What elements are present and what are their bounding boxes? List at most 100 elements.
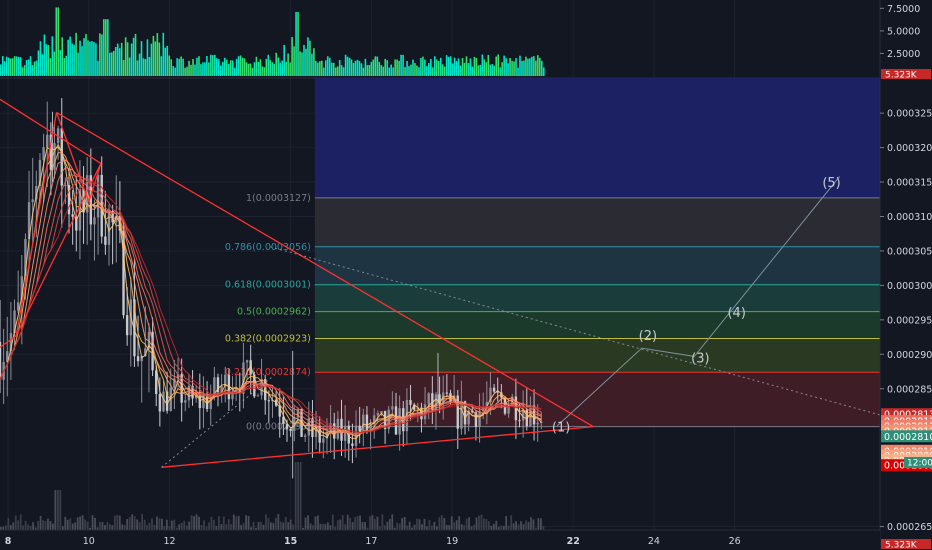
- bottom-volume-bar: [294, 462, 297, 530]
- volume-bar: [180, 56, 182, 76]
- bottom-volume-bar: [376, 516, 379, 530]
- volume-bar: [198, 56, 200, 76]
- bottom-volume-bar: [59, 490, 62, 530]
- volume-bar: [457, 58, 460, 76]
- volume-bar: [118, 48, 121, 76]
- volume-bar: [352, 63, 355, 76]
- volume-bar: [334, 67, 337, 76]
- time-tick-label: 26: [729, 536, 741, 547]
- volume-bar: [344, 54, 347, 76]
- time-tick-label: 17: [365, 536, 377, 547]
- volume-bar: [465, 56, 468, 76]
- volume-bar: [370, 61, 373, 76]
- bottom-volume-bar: [334, 526, 337, 530]
- bottom-volume-bar: [225, 524, 228, 530]
- candle-body: [31, 199, 34, 203]
- bottom-volume-bar: [440, 515, 443, 530]
- candle-body: [46, 134, 49, 148]
- volume-bar: [134, 34, 137, 76]
- volume-bar: [99, 33, 101, 76]
- bottom-volume-bar: [304, 517, 307, 530]
- volume-bar: [475, 57, 478, 76]
- bottom-volume-bar: [138, 522, 141, 530]
- volume-bar: [79, 40, 81, 76]
- volume-bar: [120, 42, 123, 76]
- bottom-volume-bar: [39, 515, 42, 530]
- bottom-volume-bar: [12, 522, 15, 530]
- bottom-volume-bar: [527, 521, 530, 530]
- volume-bar: [31, 65, 34, 76]
- volume-bar: [81, 46, 83, 76]
- candle-body: [478, 410, 481, 427]
- bottom-volume-bar: [540, 518, 542, 530]
- volume-bar: [283, 44, 285, 76]
- candle-body: [136, 356, 140, 362]
- volume-bar: [138, 53, 141, 76]
- bottom-volume-bar: [520, 521, 522, 530]
- bottom-volume-bar: [116, 514, 119, 530]
- fib-zone: [314, 284, 880, 312]
- volume-bar: [5, 56, 8, 76]
- volume-bar: [346, 56, 349, 76]
- candle-body: [184, 400, 187, 403]
- volume-bar: [63, 58, 66, 76]
- volume-bar: [477, 65, 480, 76]
- volume-bar: [53, 51, 56, 76]
- volume-bar: [323, 67, 325, 76]
- volume-bar: [535, 60, 537, 76]
- bottom-volume-bar: [341, 515, 344, 530]
- volume-bar: [461, 58, 464, 76]
- volume-bar: [297, 11, 299, 77]
- bottom-volume-bar: [32, 522, 35, 530]
- bottom-volume-bar: [237, 515, 240, 530]
- volume-bar: [336, 66, 339, 76]
- volume-bar: [445, 55, 448, 76]
- volume-bar: [424, 59, 426, 76]
- fib-zone: [314, 197, 880, 247]
- bottom-volume-bar: [450, 516, 453, 530]
- volume-bar: [426, 66, 428, 76]
- volume-bar: [332, 62, 335, 76]
- volume-bar: [437, 61, 440, 76]
- volume-bar: [229, 60, 232, 76]
- bottom-volume-bar: [426, 526, 428, 530]
- bottom-volume-bar: [356, 516, 359, 530]
- bottom-volume-bar: [388, 518, 391, 530]
- bottom-volume-bar: [260, 521, 262, 530]
- volume-bar: [241, 57, 244, 76]
- volume-bar: [390, 64, 392, 76]
- volume-bar: [430, 58, 432, 76]
- volume-bar: [202, 62, 204, 76]
- bottom-volume-bar: [29, 525, 32, 530]
- bottom-volume-bar: [64, 516, 67, 530]
- volume-bar: [519, 55, 521, 76]
- bottom-volume-bar: [512, 523, 515, 530]
- bottom-volume-bar: [465, 518, 468, 530]
- bottom-volume-bar: [401, 518, 404, 530]
- bottom-volume-bar: [156, 516, 158, 530]
- bottom-volume-bar: [532, 519, 535, 530]
- volume-bar: [23, 65, 26, 76]
- volume-bar: [400, 54, 402, 76]
- bottom-volume-bar: [52, 523, 54, 530]
- bottom-volume-bar: [423, 518, 426, 530]
- volume-bar: [233, 67, 236, 76]
- candle-body: [125, 315, 129, 336]
- volume-bar: [245, 62, 248, 76]
- bottom-volume-bar: [190, 515, 193, 530]
- bottom-volume-bar: [257, 522, 260, 530]
- volume-bar: [489, 64, 492, 76]
- bottom-volume-bar: [274, 517, 277, 530]
- volume-bar: [128, 57, 131, 76]
- bottom-volume-bar: [470, 526, 473, 530]
- volume-bar: [7, 57, 10, 76]
- volume-bar: [25, 60, 28, 76]
- price-chart[interactable]: 1(0.0003127) 0.786(0.0003056) 0.618(0.0003…: [0, 0, 932, 550]
- bottom-volume-bar: [2, 526, 5, 530]
- volume-bar: [243, 58, 246, 76]
- volume-bar: [428, 62, 430, 76]
- price-tick-label: 0.0003150: [887, 178, 932, 189]
- candle-body: [64, 185, 67, 187]
- fibonacci-retracement[interactable]: 1(0.0003127) 0.786(0.0003056) 0.618(0.0003…: [225, 78, 880, 433]
- bottom-volume-bar: [185, 525, 188, 530]
